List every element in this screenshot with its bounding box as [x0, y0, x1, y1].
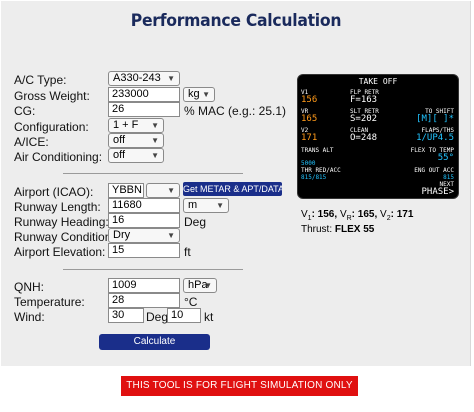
speeds-result: V1: 156, VR: 165, V2: 171 — [301, 209, 413, 222]
aircon-select[interactable]: off ▼ — [108, 148, 164, 163]
runway-heading-unit: Deg — [184, 215, 207, 229]
airport-elevation-label: Airport Elevation: — [14, 245, 106, 259]
ac-type-label: A/C Type: — [14, 73, 67, 87]
mcdu-flex-value: 55° — [437, 153, 454, 163]
v1-result-label: V — [301, 209, 308, 220]
runway-heading-label: Runway Heading: — [14, 215, 109, 229]
chevron-down-icon: ▼ — [151, 121, 159, 130]
airport-icao-label: Airport (ICAO): — [14, 185, 94, 199]
mcdu-trans-alt-label: TRANS ALT — [301, 147, 334, 154]
temperature-unit: °C — [184, 295, 198, 309]
runway-condition-select[interactable]: Dry ▼ — [108, 228, 180, 243]
gross-weight-label: Gross Weight: — [14, 89, 90, 103]
temperature-input[interactable]: 28 — [108, 293, 180, 308]
temperature-label: Temperature: — [14, 295, 85, 309]
weight-unit-value: kg — [188, 88, 200, 100]
configuration-select[interactable]: 1 + F ▼ — [108, 118, 164, 133]
aircon-label: Air Conditioning: — [14, 150, 103, 164]
mcdu-display: TAKE OFF V1 156 FLP RETR F=163 VR 165 SL… — [297, 74, 459, 199]
chevron-down-icon: ▼ — [204, 281, 212, 290]
thrust-value: FLEX 55 — [334, 224, 375, 235]
mcdu-to-shift-value: [M][ ]* — [416, 114, 454, 124]
mcdu-thr-red-label: THR RED/ACC — [301, 167, 341, 174]
configuration-value: 1 + F — [113, 119, 139, 131]
mcdu-v1-value: 156 — [301, 95, 318, 105]
section-divider — [63, 173, 243, 174]
aice-value: off — [113, 134, 126, 146]
mcdu-header: TAKE OFF — [358, 77, 398, 86]
runway-condition-label: Runway Condition: — [14, 230, 115, 244]
airport-icao-input[interactable]: YBBN — [108, 183, 144, 198]
qnh-label: QNH: — [14, 280, 44, 294]
vr-result-label: V — [339, 209, 347, 220]
chevron-down-icon: ▼ — [167, 231, 175, 240]
runway-length-unit-value: m — [188, 199, 198, 211]
mcdu-v2-value: 171 — [301, 133, 318, 143]
get-metar-button[interactable]: Get METAR & APT/DATA — [183, 182, 282, 196]
mcdu-slt-retr-value: S=202 — [350, 114, 378, 124]
airport-elevation-input[interactable]: 15 — [108, 243, 180, 258]
wind-label: Wind: — [14, 310, 45, 324]
gross-weight-input[interactable]: 233000 — [108, 87, 180, 102]
aice-label: A/ICE: — [14, 135, 49, 149]
aice-select[interactable]: off ▼ — [108, 133, 164, 148]
chevron-down-icon: ▼ — [151, 136, 159, 145]
v1-result-value: : 156, — [311, 209, 338, 220]
wind-speed-input[interactable]: 10 — [167, 308, 201, 323]
ac-type-value: A330-243 — [113, 72, 161, 84]
runway-length-unit-select[interactable]: m ▼ — [183, 198, 229, 213]
qnh-unit-select[interactable]: hPa ▼ — [183, 278, 217, 293]
chevron-down-icon: ▼ — [151, 151, 159, 160]
chevron-down-icon: ▼ — [216, 201, 224, 210]
chevron-down-icon: ▼ — [167, 186, 175, 195]
cg-label: CG: — [14, 104, 36, 118]
cg-unit: % MAC (e.g.: 25.1) — [184, 104, 287, 118]
form-panel: Performance Calculation A/C Type: A330-2… — [1, 1, 471, 366]
runway-length-label: Runway Length: — [14, 200, 101, 214]
chevron-down-icon: ▼ — [167, 74, 175, 83]
wind-speed-unit: kt — [204, 310, 214, 324]
mcdu-next-value: PHASE> — [421, 187, 454, 197]
mcdu-eng-out-label: ENG OUT ACC — [414, 167, 454, 174]
page-title: Performance Calculation — [130, 11, 342, 31]
mcdu-trans-alt-value: 5000 — [301, 160, 316, 167]
runway-condition-value: Dry — [113, 229, 131, 241]
section-divider — [63, 269, 243, 270]
weight-unit-select[interactable]: kg ▼ — [183, 87, 215, 102]
v2-result-label: V — [380, 209, 387, 220]
v2-result-value: : 171 — [390, 209, 414, 220]
vr-result-value: : 165, — [351, 209, 378, 220]
mcdu-flp-retr-value: F=163 — [350, 95, 378, 105]
wind-direction-input[interactable]: 30 — [108, 308, 144, 323]
ac-type-select[interactable]: A330-243 ▼ — [108, 71, 180, 86]
thrust-result: Thrust: FLEX 55 — [301, 224, 374, 235]
thrust-label: Thrust: — [301, 224, 333, 235]
mcdu-thr-red-value: 815/815 — [301, 174, 327, 181]
mcdu-flaps-ths-value: 1/UP4.5 — [416, 133, 454, 143]
wind-direction-unit: Deg — [146, 310, 169, 324]
simulation-warning-banner: THIS TOOL IS FOR FLIGHT SIMULATION ONLY — [121, 376, 358, 396]
qnh-input[interactable]: 1009 — [108, 278, 180, 293]
airport-elevation-unit: ft — [184, 245, 191, 259]
mcdu-eng-out-value: 815 — [443, 174, 454, 181]
calculate-button[interactable]: Calculate — [99, 334, 210, 350]
cg-input[interactable]: 26 — [108, 102, 180, 117]
mcdu-vr-value: 165 — [301, 114, 318, 124]
mcdu-clean-value: O=248 — [350, 133, 378, 143]
aircon-value: off — [113, 149, 126, 161]
chevron-down-icon: ▼ — [202, 90, 210, 99]
runway-length-input[interactable]: 11680 — [108, 198, 180, 213]
airport-icao-select[interactable]: ▼ — [146, 183, 180, 198]
configuration-label: Configuration: — [14, 120, 89, 134]
runway-heading-input[interactable]: 16 — [108, 213, 180, 228]
